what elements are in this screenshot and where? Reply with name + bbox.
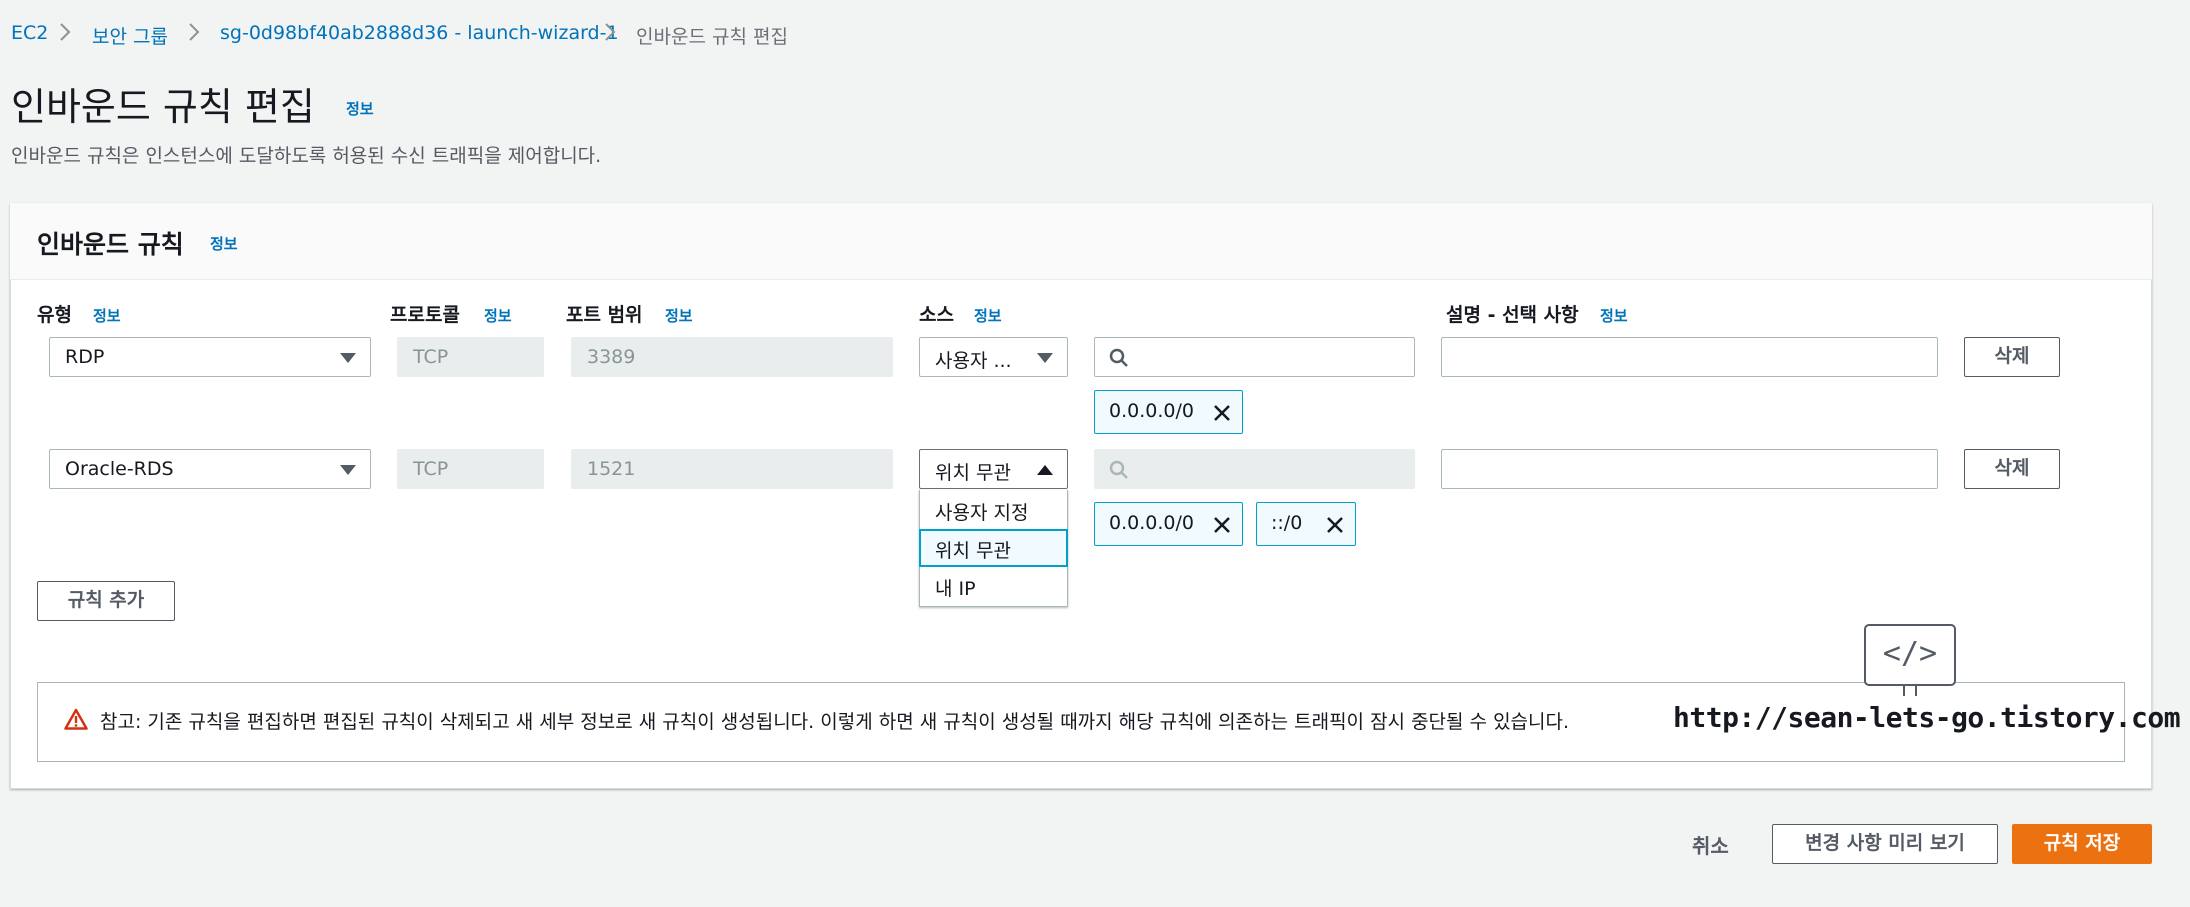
preview-changes-button[interactable]: 변경 사항 미리 보기 [1772,824,1998,864]
column-protocol-label: 프로토콜 [390,304,460,326]
rule-1-cidr-token: 0.0.0.0/0 [1094,390,1243,434]
breadcrumb-security-group-id[interactable]: sg-0d98bf40ab2888d36 - launch-wizard-1 [220,22,619,44]
rule-1-protocol-field: TCP [397,337,544,377]
search-icon [1109,348,1128,367]
select-value: Oracle-RDS [65,458,174,480]
port-range-info-link[interactable]: 정보 [665,305,693,326]
caret-up-icon [1037,465,1053,475]
token-label: ::/0 [1271,512,1303,534]
rule-1-delete-button[interactable]: 삭제 [1964,337,2060,377]
rule-2-protocol-field: TCP [397,449,544,489]
column-port-range-label: 포트 범위 [566,304,643,326]
breadcrumb-security-groups[interactable]: 보안 그룹 [92,22,168,49]
page-info-link[interactable]: 정보 [346,98,374,119]
add-rule-button[interactable]: 규칙 추가 [37,581,175,621]
cancel-link[interactable]: 취소 [1692,830,1729,859]
search-icon [1109,460,1128,479]
panel-info-link[interactable]: 정보 [210,233,238,254]
source-option-my-ip[interactable]: 내 IP [919,567,1068,605]
logo-glyph: </> [1882,636,1938,671]
breadcrumb-current: 인바운드 규칙 편집 [636,26,788,48]
rule-1-type-select[interactable]: RDP [49,337,371,377]
code-monitor-logo: </> [1864,624,1956,686]
rule-2-port-field: 1521 [571,449,893,489]
rule-2-delete-button[interactable]: 삭제 [1964,449,2060,489]
column-type-label: 유형 [37,304,72,326]
description-info-link[interactable]: 정보 [1600,305,1628,326]
rule-1-cidr-search-input[interactable] [1094,337,1415,377]
rule-2-type-select[interactable]: Oracle-RDS [49,449,371,489]
rule-2-cidr-search-input [1094,449,1415,489]
column-description-label: 설명 - 선택 사항 [1446,304,1579,326]
close-icon[interactable] [1325,515,1345,535]
rule-2-cidr-token-ipv4: 0.0.0.0/0 [1094,502,1243,546]
warning-alert-text: 참고: 기존 규칙을 편집하면 편집된 규칙이 삭제되고 새 세부 정보로 새 … [100,711,1570,733]
source-option-anywhere[interactable]: 위치 무관 [919,529,1068,567]
source-info-link[interactable]: 정보 [974,305,1002,326]
breadcrumb-ec2[interactable]: EC2 [11,22,48,44]
caret-down-icon [340,353,356,363]
type-info-link[interactable]: 정보 [93,305,121,326]
close-icon[interactable] [1212,403,1232,423]
page-title: 인바운드 규칙 편집 [11,85,315,129]
rule-2-source-select[interactable]: 위치 무관 [919,449,1068,489]
save-rules-button[interactable]: 규칙 저장 [2012,824,2152,864]
panel-header [10,203,2152,280]
chevron-right-icon [189,23,200,41]
rule-1-source-select[interactable]: 사용자 ... [919,337,1068,377]
token-label: 0.0.0.0/0 [1109,400,1194,422]
rule-2-description-input[interactable] [1441,449,1938,489]
rule-2-cidr-token-ipv6: ::/0 [1256,502,1356,546]
monitor-stand-icon [1903,686,1917,696]
column-source-label: 소스 [919,304,954,326]
page-subtitle: 인바운드 규칙은 인스턴스에 도달하도록 허용된 수신 트래픽을 제어합니다. [11,145,602,167]
token-label: 0.0.0.0/0 [1109,512,1194,534]
select-value: 사용자 ... [935,350,1012,372]
close-icon[interactable] [1212,515,1232,535]
protocol-info-link[interactable]: 정보 [484,305,512,326]
caret-down-icon [340,465,356,475]
chevron-right-icon [60,23,71,41]
watermark-url: http://sean-lets-go.tistory.com [1673,701,2181,734]
caret-down-icon [1037,353,1053,363]
panel-title: 인바운드 규칙 [37,230,184,259]
rule-1-port-field: 3389 [571,337,893,377]
chevron-right-icon [605,23,616,41]
rule-1-description-input[interactable] [1441,337,1938,377]
select-value: 위치 무관 [935,462,1011,484]
select-value: RDP [65,346,105,368]
source-option-custom[interactable]: 사용자 지정 [919,491,1068,529]
warning-icon [64,708,88,730]
